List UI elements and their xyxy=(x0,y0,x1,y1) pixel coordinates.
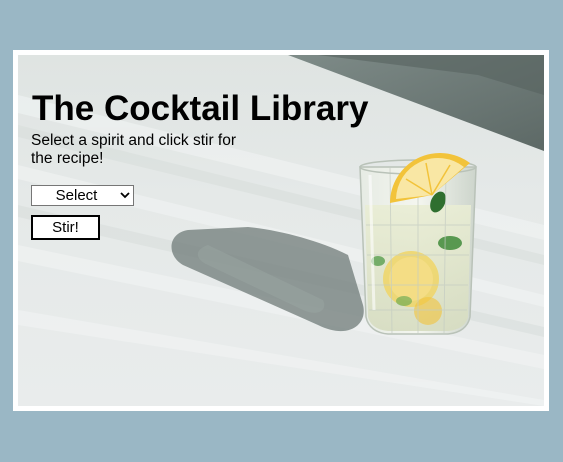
page-subtitle: Select a spirit and click stir for the r… xyxy=(31,132,237,167)
spirit-select[interactable]: Select xyxy=(31,185,134,206)
hero-scene: The Cocktail Library Select a spirit and… xyxy=(18,55,544,406)
spirit-select-value: Select xyxy=(55,187,98,204)
glass-illustration xyxy=(359,153,477,335)
stir-button[interactable]: Stir! xyxy=(31,215,100,240)
hero-frame: The Cocktail Library Select a spirit and… xyxy=(13,50,549,411)
chevron-down-icon xyxy=(117,192,133,199)
page-title: The Cocktail Library xyxy=(32,89,369,128)
